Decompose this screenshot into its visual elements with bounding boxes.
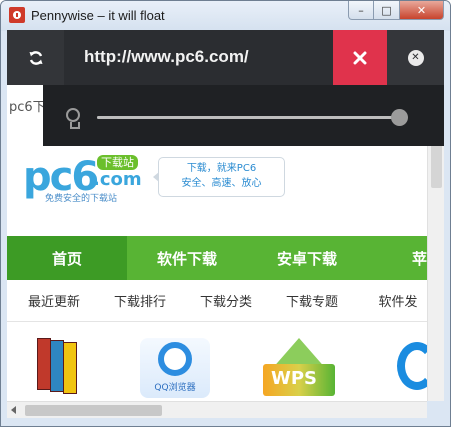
winrar-app-icon[interactable] — [33, 338, 103, 398]
horizontal-scrollbar[interactable] — [7, 401, 427, 418]
nav-item-apple[interactable]: 苹果 — [367, 236, 427, 280]
scroll-left-arrow-icon[interactable] — [11, 406, 16, 414]
qq-browser-ring-icon — [158, 342, 192, 376]
subnav-item-recent[interactable]: 最近更新 — [7, 291, 97, 310]
window-title: Pennywise – it will float — [31, 8, 165, 23]
reload-icon — [29, 50, 42, 65]
qq-browser-label: QQ浏览器 — [154, 383, 196, 393]
ie-e-icon — [397, 342, 427, 390]
logo-tagline: 免费安全的下载站 — [45, 194, 118, 204]
sub-nav: 最近更新 下载排行 下载分类 下载专题 软件发 — [7, 280, 427, 322]
slogan-line-2: 安全、高速、放心 — [181, 178, 262, 189]
subnav-item-ranking[interactable]: 下载排行 — [97, 291, 183, 310]
logo-com-text: .com — [93, 169, 142, 190]
pennywise-app-icon — [9, 7, 25, 23]
opacity-slider[interactable] — [97, 109, 408, 126]
ie-app-icon[interactable] — [397, 338, 427, 398]
url-input[interactable]: http://www.pc6.com/ — [84, 47, 249, 67]
title-bar[interactable]: Pennywise – it will float – □ ✕ — [1, 1, 450, 31]
slogan-line-1: 下载，就来PC6 — [186, 163, 257, 174]
caption-buttons: – □ ✕ — [348, 1, 444, 21]
reload-button[interactable] — [7, 30, 64, 85]
pennywise-toolbar: http://www.pc6.com/ ✕ — [7, 30, 444, 146]
minimize-button[interactable]: – — [348, 1, 374, 20]
clear-url-button[interactable] — [333, 30, 387, 85]
subnav-item-topics[interactable]: 下载专题 — [269, 291, 355, 310]
books-icon — [37, 338, 81, 394]
maximize-button[interactable]: □ — [374, 1, 400, 20]
opacity-slider-fill — [97, 116, 399, 119]
book-yellow — [63, 342, 77, 394]
nav-item-home[interactable]: 首页 — [7, 236, 127, 280]
close-x-icon — [353, 51, 367, 64]
url-bar: http://www.pc6.com/ ✕ — [7, 30, 444, 85]
subnav-item-publish[interactable]: 软件发 — [355, 291, 427, 310]
nav-item-software[interactable]: 软件下载 — [127, 236, 247, 280]
book-blue — [50, 340, 64, 392]
logo-badge: 下载站 — [97, 155, 138, 170]
pc6-logo[interactable]: pc6 下载站 .com 免费安全的下载站 — [23, 155, 153, 205]
opacity-slider-knob[interactable] — [390, 109, 408, 126]
app-icon-row: QQ浏览器 WPS — [7, 330, 427, 400]
lightbulb-icon — [66, 108, 80, 129]
subnav-item-category[interactable]: 下载分类 — [183, 291, 269, 310]
horizontal-scroll-thumb[interactable] — [25, 405, 162, 416]
main-nav: 首页 软件下载 安卓下载 苹果 — [7, 236, 427, 280]
book-red — [37, 338, 51, 390]
opacity-panel — [43, 85, 444, 146]
qq-browser-app-icon[interactable]: QQ浏览器 — [140, 338, 210, 398]
wps-text: WPS — [271, 368, 318, 389]
close-circle-icon: ✕ — [407, 49, 424, 66]
nav-item-android[interactable]: 安卓下载 — [247, 236, 367, 280]
slogan-bubble: 下载，就来PC6 安全、高速、放心 — [153, 157, 285, 197]
hide-navbar-button[interactable]: ✕ — [387, 30, 444, 85]
close-window-button[interactable]: ✕ — [400, 1, 444, 20]
wps-app-icon[interactable]: WPS — [263, 338, 335, 398]
